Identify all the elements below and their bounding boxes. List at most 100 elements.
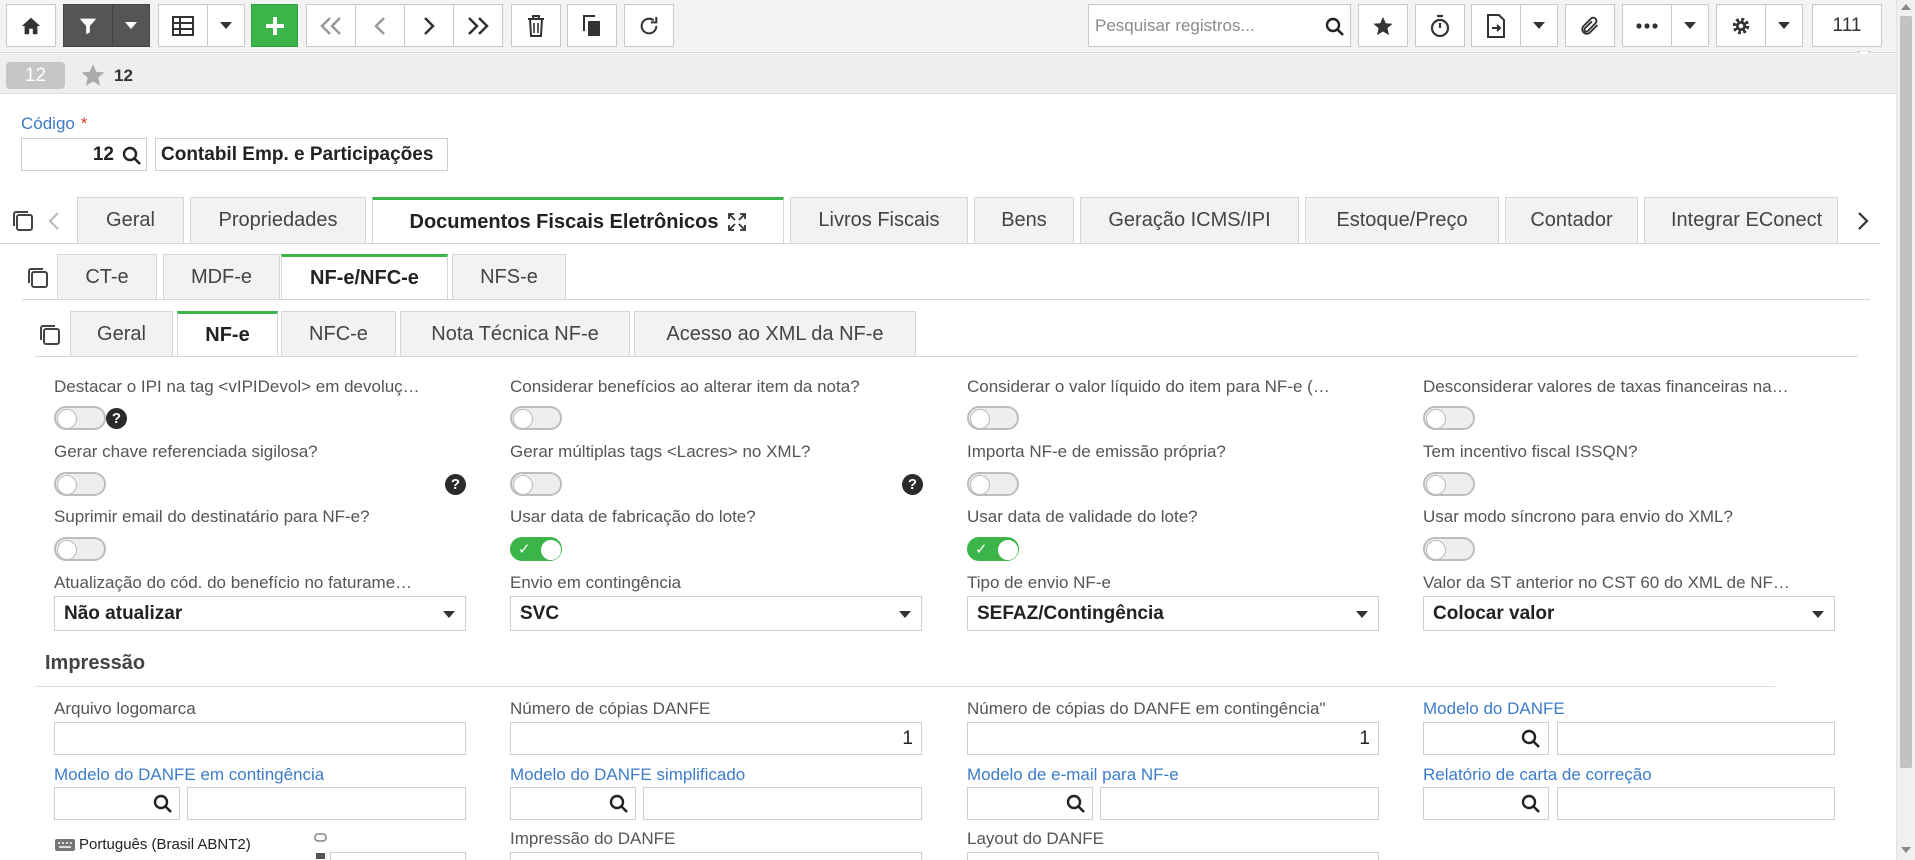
search-icon[interactable] bbox=[1066, 794, 1086, 814]
attach-button[interactable] bbox=[1565, 4, 1615, 47]
help-icon[interactable]: ? bbox=[445, 474, 466, 495]
toggle-modo-sincrono[interactable] bbox=[1423, 537, 1475, 561]
impressao-extra-input[interactable] bbox=[330, 852, 466, 860]
toggle-desconsiderar-taxas[interactable] bbox=[1423, 406, 1475, 430]
toggle-chave-sigilosa[interactable] bbox=[54, 472, 106, 496]
view-grid-button[interactable] bbox=[158, 4, 208, 47]
tab-integrar-econect[interactable]: Integrar EConect bbox=[1644, 197, 1838, 243]
layout-danfe-input[interactable] bbox=[967, 852, 1379, 860]
logomarca-input[interactable] bbox=[54, 722, 466, 755]
copy-icon[interactable] bbox=[11, 209, 35, 233]
star-icon bbox=[1373, 16, 1393, 35]
tab-nfce[interactable]: NFC-e bbox=[281, 311, 396, 356]
search-icon[interactable] bbox=[153, 794, 173, 814]
toggle-destacar-ipi[interactable] bbox=[54, 406, 106, 430]
expand-icon[interactable] bbox=[728, 213, 747, 231]
copy-icon[interactable] bbox=[38, 323, 62, 347]
select-valor-st[interactable]: Colocar valor bbox=[1423, 596, 1835, 631]
chevron-right-icon[interactable] bbox=[1857, 211, 1869, 231]
modelo-contingencia-label[interactable]: Modelo do DANFE em contingência bbox=[54, 765, 324, 785]
copias-contingencia-input[interactable]: 1 bbox=[967, 722, 1379, 755]
help-icon[interactable]: ? bbox=[106, 408, 127, 429]
first-record-button[interactable] bbox=[306, 4, 356, 47]
next-record-button[interactable] bbox=[404, 4, 454, 47]
view-dropdown-button[interactable] bbox=[207, 4, 245, 47]
more-button[interactable] bbox=[1622, 4, 1672, 47]
tab-bens[interactable]: Bens bbox=[974, 197, 1074, 243]
select-tipo-envio[interactable]: SEFAZ/Contingência bbox=[967, 596, 1379, 631]
copias-input[interactable]: 1 bbox=[510, 722, 922, 755]
toggle-incentivo-issqn[interactable] bbox=[1423, 472, 1475, 496]
refresh-button[interactable] bbox=[624, 4, 674, 47]
search-icon[interactable] bbox=[1521, 729, 1541, 749]
scroll-down-icon[interactable] bbox=[1901, 846, 1911, 854]
toggle-data-validade[interactable]: ✓ bbox=[967, 537, 1019, 561]
tab-nota-tecnica[interactable]: Nota Técnica NF-e bbox=[400, 311, 630, 356]
impressao-danfe-input[interactable] bbox=[510, 852, 922, 860]
settings-dropdown-button[interactable] bbox=[1765, 4, 1803, 47]
home-button[interactable] bbox=[6, 4, 56, 47]
tab-nfe-nfce[interactable]: NF-e/NFC-e bbox=[281, 254, 448, 300]
modelo-danfe-desc-input[interactable] bbox=[1557, 722, 1835, 755]
search-icon[interactable] bbox=[1325, 17, 1345, 37]
prev-record-button[interactable] bbox=[355, 4, 405, 47]
modelo-email-label[interactable]: Modelo de e-mail para NF-e bbox=[967, 765, 1179, 785]
modelo-simplificado-label[interactable]: Modelo do DANFE simplificado bbox=[510, 765, 745, 785]
duplicate-button[interactable] bbox=[567, 4, 617, 47]
keyboard-indicator[interactable]: Português (Brasil ABNT2) bbox=[54, 836, 251, 853]
add-button[interactable] bbox=[251, 4, 298, 47]
toggle-importa-nfe[interactable] bbox=[967, 472, 1019, 496]
star-icon[interactable] bbox=[80, 62, 106, 88]
more-dropdown-button[interactable] bbox=[1671, 4, 1709, 47]
search-icon[interactable] bbox=[609, 794, 629, 814]
modelo-danfe-label[interactable]: Modelo do DANFE bbox=[1423, 699, 1565, 719]
toggle-suprimir-email[interactable] bbox=[54, 537, 106, 561]
filter-dropdown-button[interactable] bbox=[112, 4, 150, 47]
tab-contador[interactable]: Contador bbox=[1505, 197, 1638, 243]
copias-contingencia-label: Número de cópias do DANFE em contingênci… bbox=[967, 699, 1326, 718]
tab-geracao-icms[interactable]: Geração ICMS/IPI bbox=[1080, 197, 1299, 243]
chevron-left-icon[interactable] bbox=[48, 211, 60, 231]
modelo-contingencia-desc-input[interactable] bbox=[187, 787, 466, 820]
search-icon[interactable] bbox=[122, 146, 142, 166]
search-input[interactable] bbox=[1095, 13, 1315, 39]
tab-propriedades[interactable]: Propriedades bbox=[190, 197, 366, 243]
tab-nfse[interactable]: NFS-e bbox=[452, 254, 566, 299]
tab-estoque-preco[interactable]: Estoque/Preço bbox=[1305, 197, 1499, 243]
timer-button[interactable] bbox=[1415, 4, 1465, 47]
tab-geral[interactable]: Geral bbox=[77, 197, 184, 243]
relatorio-correcao-label[interactable]: Relatório de carta de correção bbox=[1423, 765, 1652, 785]
tab-mdfe[interactable]: MDF-e bbox=[163, 254, 280, 299]
resize-handle-icon[interactable] bbox=[314, 833, 328, 860]
filter-button[interactable] bbox=[63, 4, 113, 47]
scroll-thumb[interactable] bbox=[1900, 16, 1912, 768]
copy-icon[interactable] bbox=[26, 266, 50, 290]
select-envio-contingencia[interactable]: SVC bbox=[510, 596, 922, 631]
modelo-email-desc-input[interactable] bbox=[1100, 787, 1379, 820]
filter-icon bbox=[79, 18, 97, 34]
tab-acesso-xml[interactable]: Acesso ao XML da NF-e bbox=[634, 311, 916, 356]
tab-nfe-geral[interactable]: Geral bbox=[70, 311, 173, 356]
tab-livros-fiscais[interactable]: Livros Fiscais bbox=[790, 197, 968, 243]
tab-nfe[interactable]: NF-e bbox=[177, 311, 278, 357]
relatorio-correcao-desc-input[interactable] bbox=[1557, 787, 1835, 820]
toggle-multiplas-lacres[interactable] bbox=[510, 472, 562, 496]
tab-cte[interactable]: CT-e bbox=[57, 254, 157, 299]
select-atualizacao-beneficio[interactable]: Não atualizar bbox=[54, 596, 466, 631]
last-record-button[interactable] bbox=[453, 4, 503, 47]
modelo-simplificado-desc-input[interactable] bbox=[643, 787, 922, 820]
scroll-up-icon[interactable] bbox=[1901, 3, 1911, 11]
toggle-data-fabricacao[interactable]: ✓ bbox=[510, 537, 562, 561]
tab-documentos-fiscais[interactable]: Documentos Fiscais Eletrônicos bbox=[372, 197, 784, 244]
settings-button[interactable] bbox=[1716, 4, 1766, 47]
toggle-considerar-beneficios[interactable] bbox=[510, 406, 562, 430]
nfe-tabs-divider bbox=[35, 356, 1858, 357]
favorite-button[interactable] bbox=[1358, 4, 1408, 47]
delete-button[interactable] bbox=[511, 4, 561, 47]
search-icon[interactable] bbox=[1521, 794, 1541, 814]
help-icon[interactable]: ? bbox=[902, 474, 923, 495]
export-dropdown-button[interactable] bbox=[1520, 4, 1558, 47]
export-button[interactable] bbox=[1471, 4, 1521, 47]
toggle-valor-liquido[interactable] bbox=[967, 406, 1019, 430]
scrollbar[interactable] bbox=[1896, 0, 1915, 860]
